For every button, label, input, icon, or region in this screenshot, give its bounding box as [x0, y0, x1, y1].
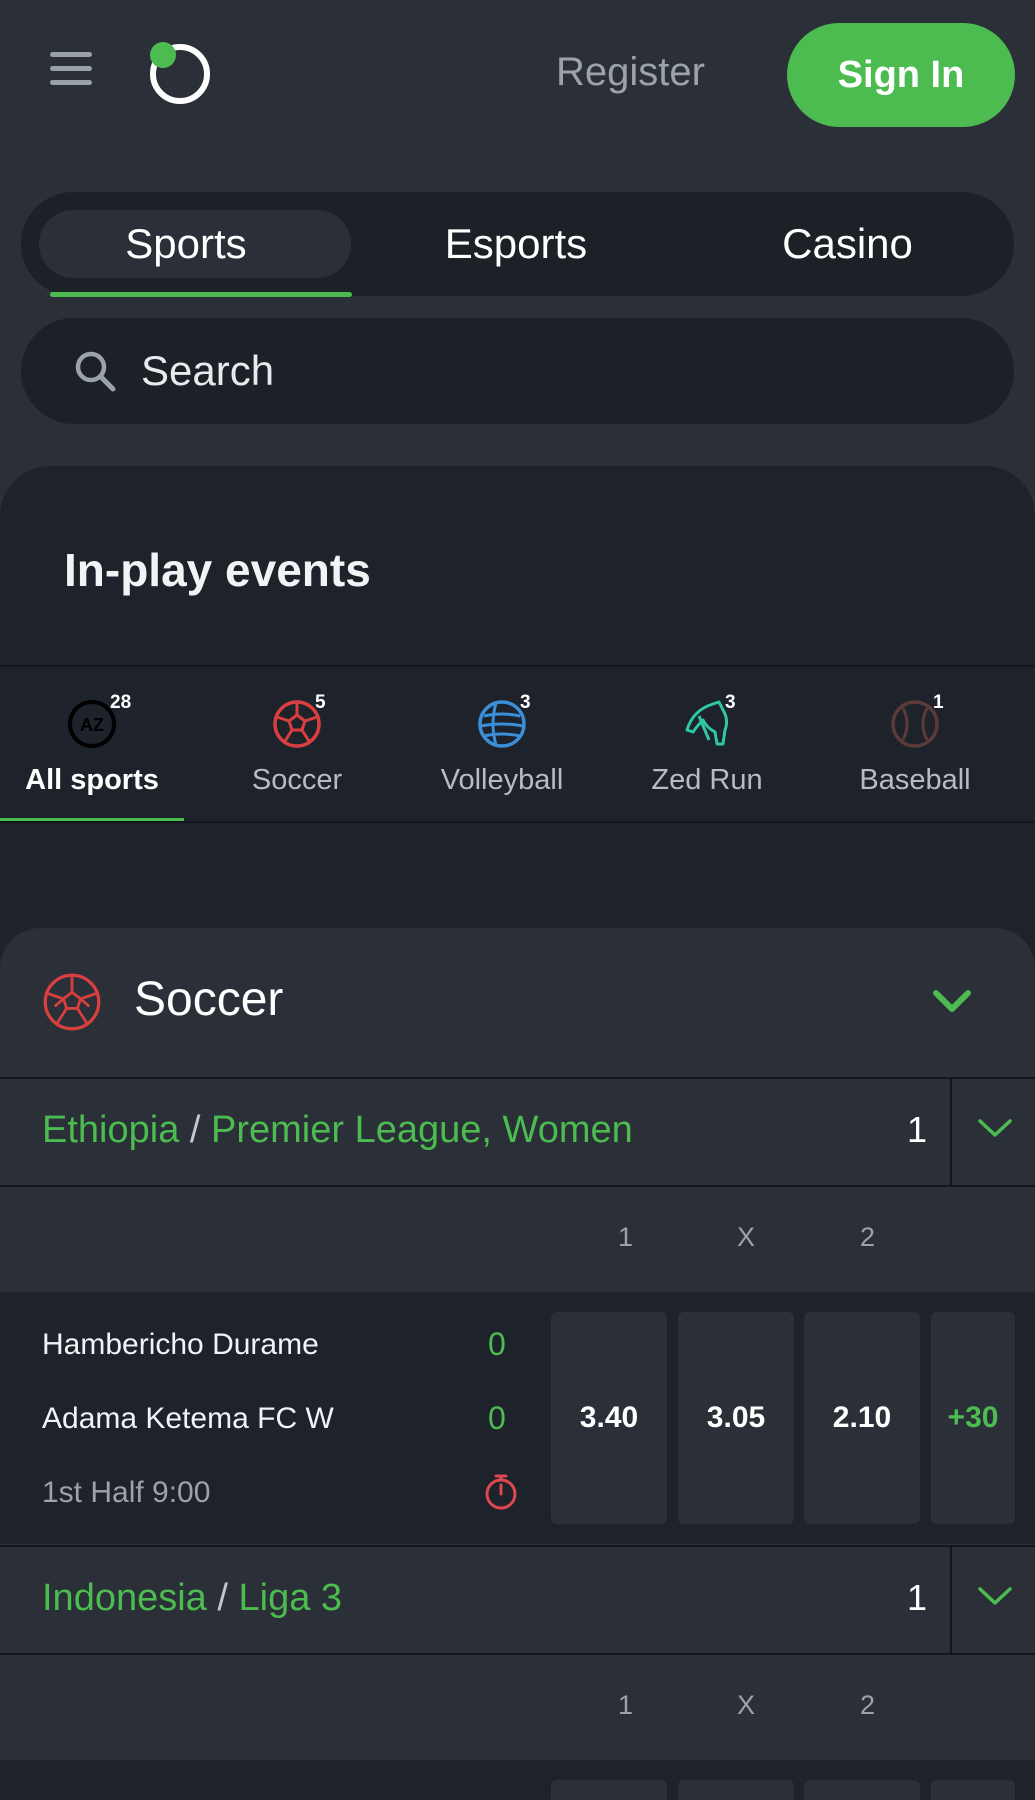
home-team: Hambericho Durame	[42, 1328, 319, 1361]
search-input[interactable]: Search	[21, 318, 1014, 424]
divider	[0, 665, 1035, 667]
sport-tab-baseball[interactable]: 1 Baseball	[820, 668, 1010, 820]
league-title[interactable]: Liga 3	[239, 1577, 343, 1619]
svg-text:AZ: AZ	[80, 715, 104, 735]
league-count: 1	[906, 1577, 927, 1618]
league-name: Indonesia / Liga 3	[42, 1577, 342, 1620]
soccer-ball-icon	[42, 972, 102, 1037]
chevron-down-icon[interactable]	[930, 984, 974, 1023]
page-title: In-play events	[64, 544, 371, 596]
hamburger-icon-bar	[50, 66, 92, 71]
register-link[interactable]: Register	[556, 50, 705, 95]
tab-label: Sports	[125, 220, 247, 267]
league-country[interactable]: Ethiopia	[42, 1109, 179, 1151]
divider	[950, 1079, 952, 1185]
away-team: Adama Ketema FC W	[42, 1402, 334, 1435]
odds-header-1: 1	[618, 1222, 634, 1252]
az-icon: AZ 28	[64, 692, 131, 752]
divider	[0, 821, 1035, 823]
search-icon	[75, 351, 116, 392]
league-row[interactable]: Indonesia / Liga 3 1	[0, 1547, 1035, 1653]
odds-button[interactable]	[804, 1780, 920, 1800]
league-count: 1	[906, 1109, 927, 1150]
chevron-down-icon[interactable]	[975, 1579, 1015, 1618]
sport-tab-label: Soccer	[251, 764, 343, 796]
tab-label: Esports	[444, 220, 588, 267]
odds-header-2: 2	[860, 1222, 876, 1252]
odds-header-x: X	[737, 1222, 756, 1252]
tab-label: Casino	[782, 220, 913, 267]
search-placeholder: Search	[141, 347, 275, 394]
baseball-icon: 1	[887, 692, 944, 752]
sport-tab-label: Zed Run	[651, 764, 763, 796]
count-badge: 28	[110, 692, 132, 713]
divider	[0, 1185, 1035, 1187]
odds-button-home[interactable]: 3.40	[551, 1312, 667, 1524]
sport-tab-label: All sports	[25, 764, 159, 796]
odds-button[interactable]	[551, 1780, 667, 1800]
hamburger-icon-bar	[50, 52, 92, 57]
league-separator: /	[217, 1577, 228, 1619]
tab-esports[interactable]: Esports	[351, 192, 681, 296]
away-score: 0	[488, 1400, 506, 1436]
more-markets-button[interactable]	[931, 1780, 1015, 1800]
sport-tab-zed-run[interactable]: 3 Zed Run	[615, 668, 799, 820]
more-markets-button[interactable]: +30	[931, 1312, 1015, 1524]
league-row[interactable]: Ethiopia / Premier League, Women 1	[0, 1079, 1035, 1185]
odds-button-draw[interactable]: 3.05	[678, 1312, 794, 1524]
divider	[0, 1653, 1035, 1655]
horse-icon: 3	[679, 692, 736, 752]
product-tabs: Sports Esports Casino	[21, 192, 1014, 296]
sport-tab-volleyball[interactable]: 3 Volleyball	[410, 668, 594, 820]
count-badge: 5	[315, 692, 326, 713]
sport-tab-label: Baseball	[859, 764, 971, 796]
odds-header-x: X	[737, 1690, 756, 1720]
count-badge: 1	[933, 692, 944, 713]
logo-icon[interactable]	[146, 40, 214, 108]
chevron-down-icon[interactable]	[975, 1111, 1015, 1150]
odds-button-away[interactable]: 2.10	[804, 1312, 920, 1524]
league-title[interactable]: Premier League, Women	[211, 1109, 633, 1151]
sport-tab-all-sports[interactable]: AZ 28 All sports	[0, 668, 184, 820]
odds-button[interactable]	[678, 1780, 794, 1800]
section-title: Soccer	[134, 973, 284, 1026]
soccer-ball-icon: 5	[269, 692, 326, 752]
active-tab-indicator	[50, 292, 352, 297]
odds-header-1: 1	[618, 1690, 634, 1720]
sport-tab-label: Volleyball	[440, 764, 564, 796]
hamburger-icon-bar	[50, 80, 92, 85]
count-badge: 3	[725, 692, 736, 713]
volleyball-icon: 3	[474, 692, 531, 752]
odds-header-2: 2	[860, 1690, 876, 1720]
match-status: 1st Half 9:00	[42, 1476, 211, 1509]
league-separator: /	[189, 1109, 201, 1151]
tab-sports[interactable]: Sports	[21, 192, 351, 296]
league-name: Ethiopia / Premier League, Women	[42, 1109, 633, 1152]
sign-in-button[interactable]: Sign In	[787, 23, 1015, 127]
count-badge: 3	[520, 692, 531, 713]
menu-button[interactable]	[50, 52, 94, 96]
sport-tab-soccer[interactable]: 5 Soccer	[205, 668, 389, 820]
divider	[950, 1547, 952, 1653]
stopwatch-icon	[482, 1472, 520, 1517]
tab-casino[interactable]: Casino	[681, 192, 1014, 296]
league-country[interactable]: Indonesia	[42, 1577, 207, 1619]
home-score: 0	[488, 1326, 506, 1362]
